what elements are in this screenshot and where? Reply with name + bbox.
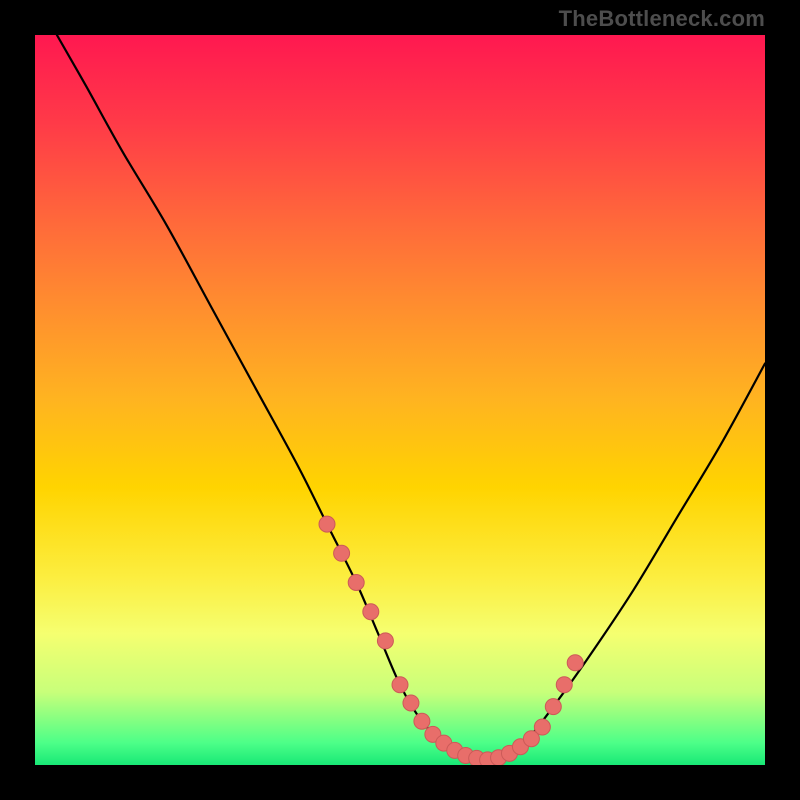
watermark-text: TheBottleneck.com [559, 6, 765, 32]
marker-dot [363, 604, 379, 620]
marker-dots [319, 516, 583, 765]
marker-dot [403, 695, 419, 711]
marker-dot [392, 677, 408, 693]
marker-dot [348, 575, 364, 591]
bottleneck-curve [57, 35, 765, 760]
marker-dot [414, 713, 430, 729]
marker-dot [319, 516, 335, 532]
marker-dot [334, 545, 350, 561]
marker-dot [545, 699, 561, 715]
marker-dot [567, 655, 583, 671]
marker-dot [377, 633, 393, 649]
plot-area [35, 35, 765, 765]
marker-dot [534, 719, 550, 735]
marker-dot [556, 677, 572, 693]
chart-svg [35, 35, 765, 765]
chart-frame: TheBottleneck.com [0, 0, 800, 800]
